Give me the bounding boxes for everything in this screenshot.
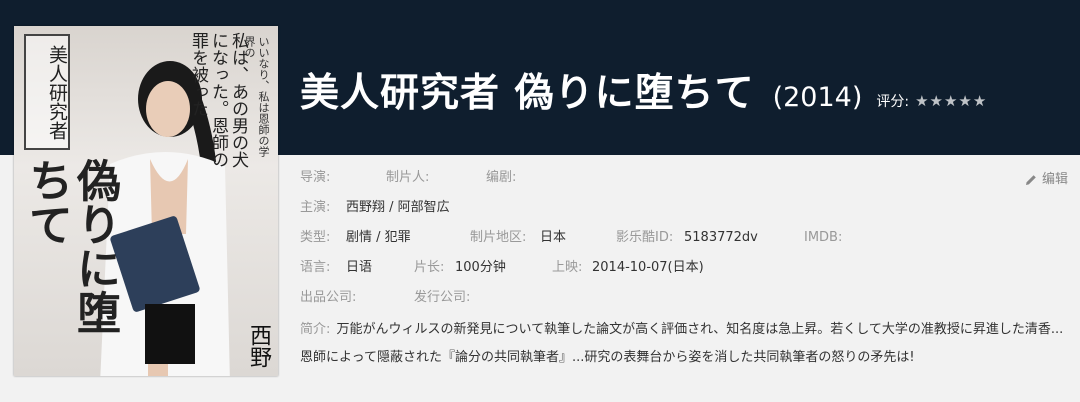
summary: 简介: 万能がんウィルスの新発見について執筆した論文が高く評価され、知名度は急上… bbox=[300, 316, 1068, 372]
cast-row: 主演: 西野翔 / 阿部智広 bbox=[300, 196, 1068, 226]
language-label: 语言: bbox=[300, 260, 331, 275]
crew-row: 导演: 制片人: 编剧: 编辑 bbox=[300, 166, 1068, 196]
poster-title: 偽りに堕ちて bbox=[21, 158, 120, 334]
rating: 评分: ★★★★★ bbox=[876, 91, 987, 111]
title-row: 美人研究者 偽りに堕ちて (2014) 评分: ★★★★★ bbox=[300, 62, 987, 116]
region-value: 日本 bbox=[540, 230, 567, 245]
cast-value[interactable]: 西野翔 / 阿部智広 bbox=[346, 196, 450, 220]
movie-details: 导演: 制片人: 编剧: 编辑 主演: 西野翔 / 阿部智広 类型: 剧情 / … bbox=[300, 166, 1068, 372]
edit-label: 编辑 bbox=[1041, 172, 1068, 187]
poster-tagline: 私は、あの男の犬になった。恩師の罪を被った bbox=[188, 32, 248, 168]
pencil-icon bbox=[1025, 175, 1036, 185]
director-label: 导演: bbox=[300, 170, 331, 185]
length-label: 片长: bbox=[414, 260, 445, 275]
id-label: 影乐酷ID: bbox=[616, 230, 674, 245]
release-label: 上映: bbox=[552, 260, 583, 275]
genre-label: 类型: bbox=[300, 230, 331, 245]
language-row: 语言: 日语 片长: 100分钟 上映: 2014-10-07(日本) bbox=[300, 256, 1068, 286]
id-value: 5183772dv bbox=[684, 230, 758, 245]
summary-label: 简介: bbox=[300, 322, 331, 337]
company-row: 出品公司: 发行公司: bbox=[300, 286, 1068, 316]
imdb-label: IMDB: bbox=[804, 230, 843, 245]
rating-stars-icon[interactable]: ★★★★★ bbox=[915, 92, 987, 110]
company-label: 出品公司: bbox=[300, 290, 357, 305]
edit-button[interactable]: 编辑 bbox=[1024, 168, 1068, 192]
genre-value: 剧情 / 犯罪 bbox=[346, 230, 411, 245]
distributor-label: 发行公司: bbox=[414, 290, 471, 305]
cast-label: 主演: bbox=[300, 200, 331, 215]
writer-label: 编剧: bbox=[486, 170, 517, 185]
language-value: 日语 bbox=[346, 260, 373, 275]
release-value: 2014-10-07(日本) bbox=[592, 260, 704, 275]
movie-title: 美人研究者 偽りに堕ちて bbox=[300, 71, 755, 116]
movie-poster[interactable]: 美人研究者 偽りに堕ちて 私は、あの男の犬になった。恩師の罪を被った いいなり、… bbox=[14, 26, 278, 376]
region-label: 制片地区: bbox=[470, 230, 527, 245]
genre-row: 类型: 剧情 / 犯罪 制片地区: 日本 影乐酷ID: 5183772dv IM… bbox=[300, 226, 1068, 256]
poster-tagline-small: いいなり、私は恩師の学界の bbox=[243, 36, 270, 157]
poster-actress-name: 西野 bbox=[246, 324, 271, 368]
length-value: 100分钟 bbox=[455, 260, 506, 275]
summary-text: 万能がんウィルスの新発見について執筆した論文が高く評価され、知名度は急上昇。若く… bbox=[300, 322, 1064, 365]
movie-year: (2014) bbox=[772, 82, 863, 113]
rating-label: 评分: bbox=[876, 94, 910, 110]
producer-label: 制片人: bbox=[386, 170, 430, 185]
poster-title-box: 美人研究者 bbox=[24, 34, 70, 150]
